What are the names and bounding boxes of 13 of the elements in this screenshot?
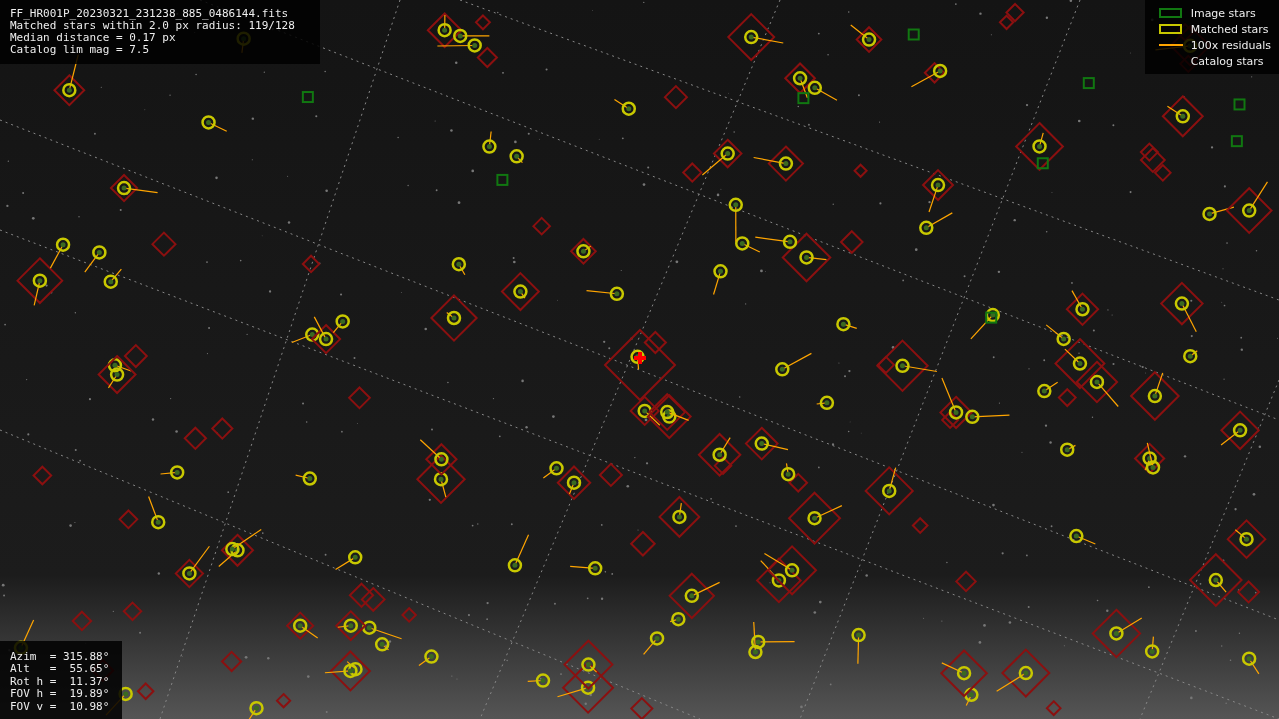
info-text: Median distance = 0.17 px	[10, 32, 177, 44]
pointing-text: Rot h = 11.37°	[10, 675, 111, 688]
legend-label: Matched stars	[1190, 22, 1269, 36]
info-text: Catalog lim mag = 7.5	[10, 44, 151, 56]
legend-label: 100x residuals	[1190, 38, 1271, 52]
pointing-text: Azim = 315.88°	[10, 650, 111, 663]
pointing-text: FOV h = 19.89°	[10, 688, 111, 701]
pointing-text: FOV v = 10.98°	[10, 700, 111, 713]
legend-label: Catalog stars	[1190, 54, 1264, 68]
pointing-text: Alt = 55.65°	[10, 663, 111, 676]
legend-label: Image stars	[1190, 6, 1256, 20]
info-text: FF_HR001P_20230321_231238_885_0486144.fits	[10, 8, 290, 20]
info-text: Matched stars within 2.0 px radius: 119/128	[10, 20, 296, 32]
